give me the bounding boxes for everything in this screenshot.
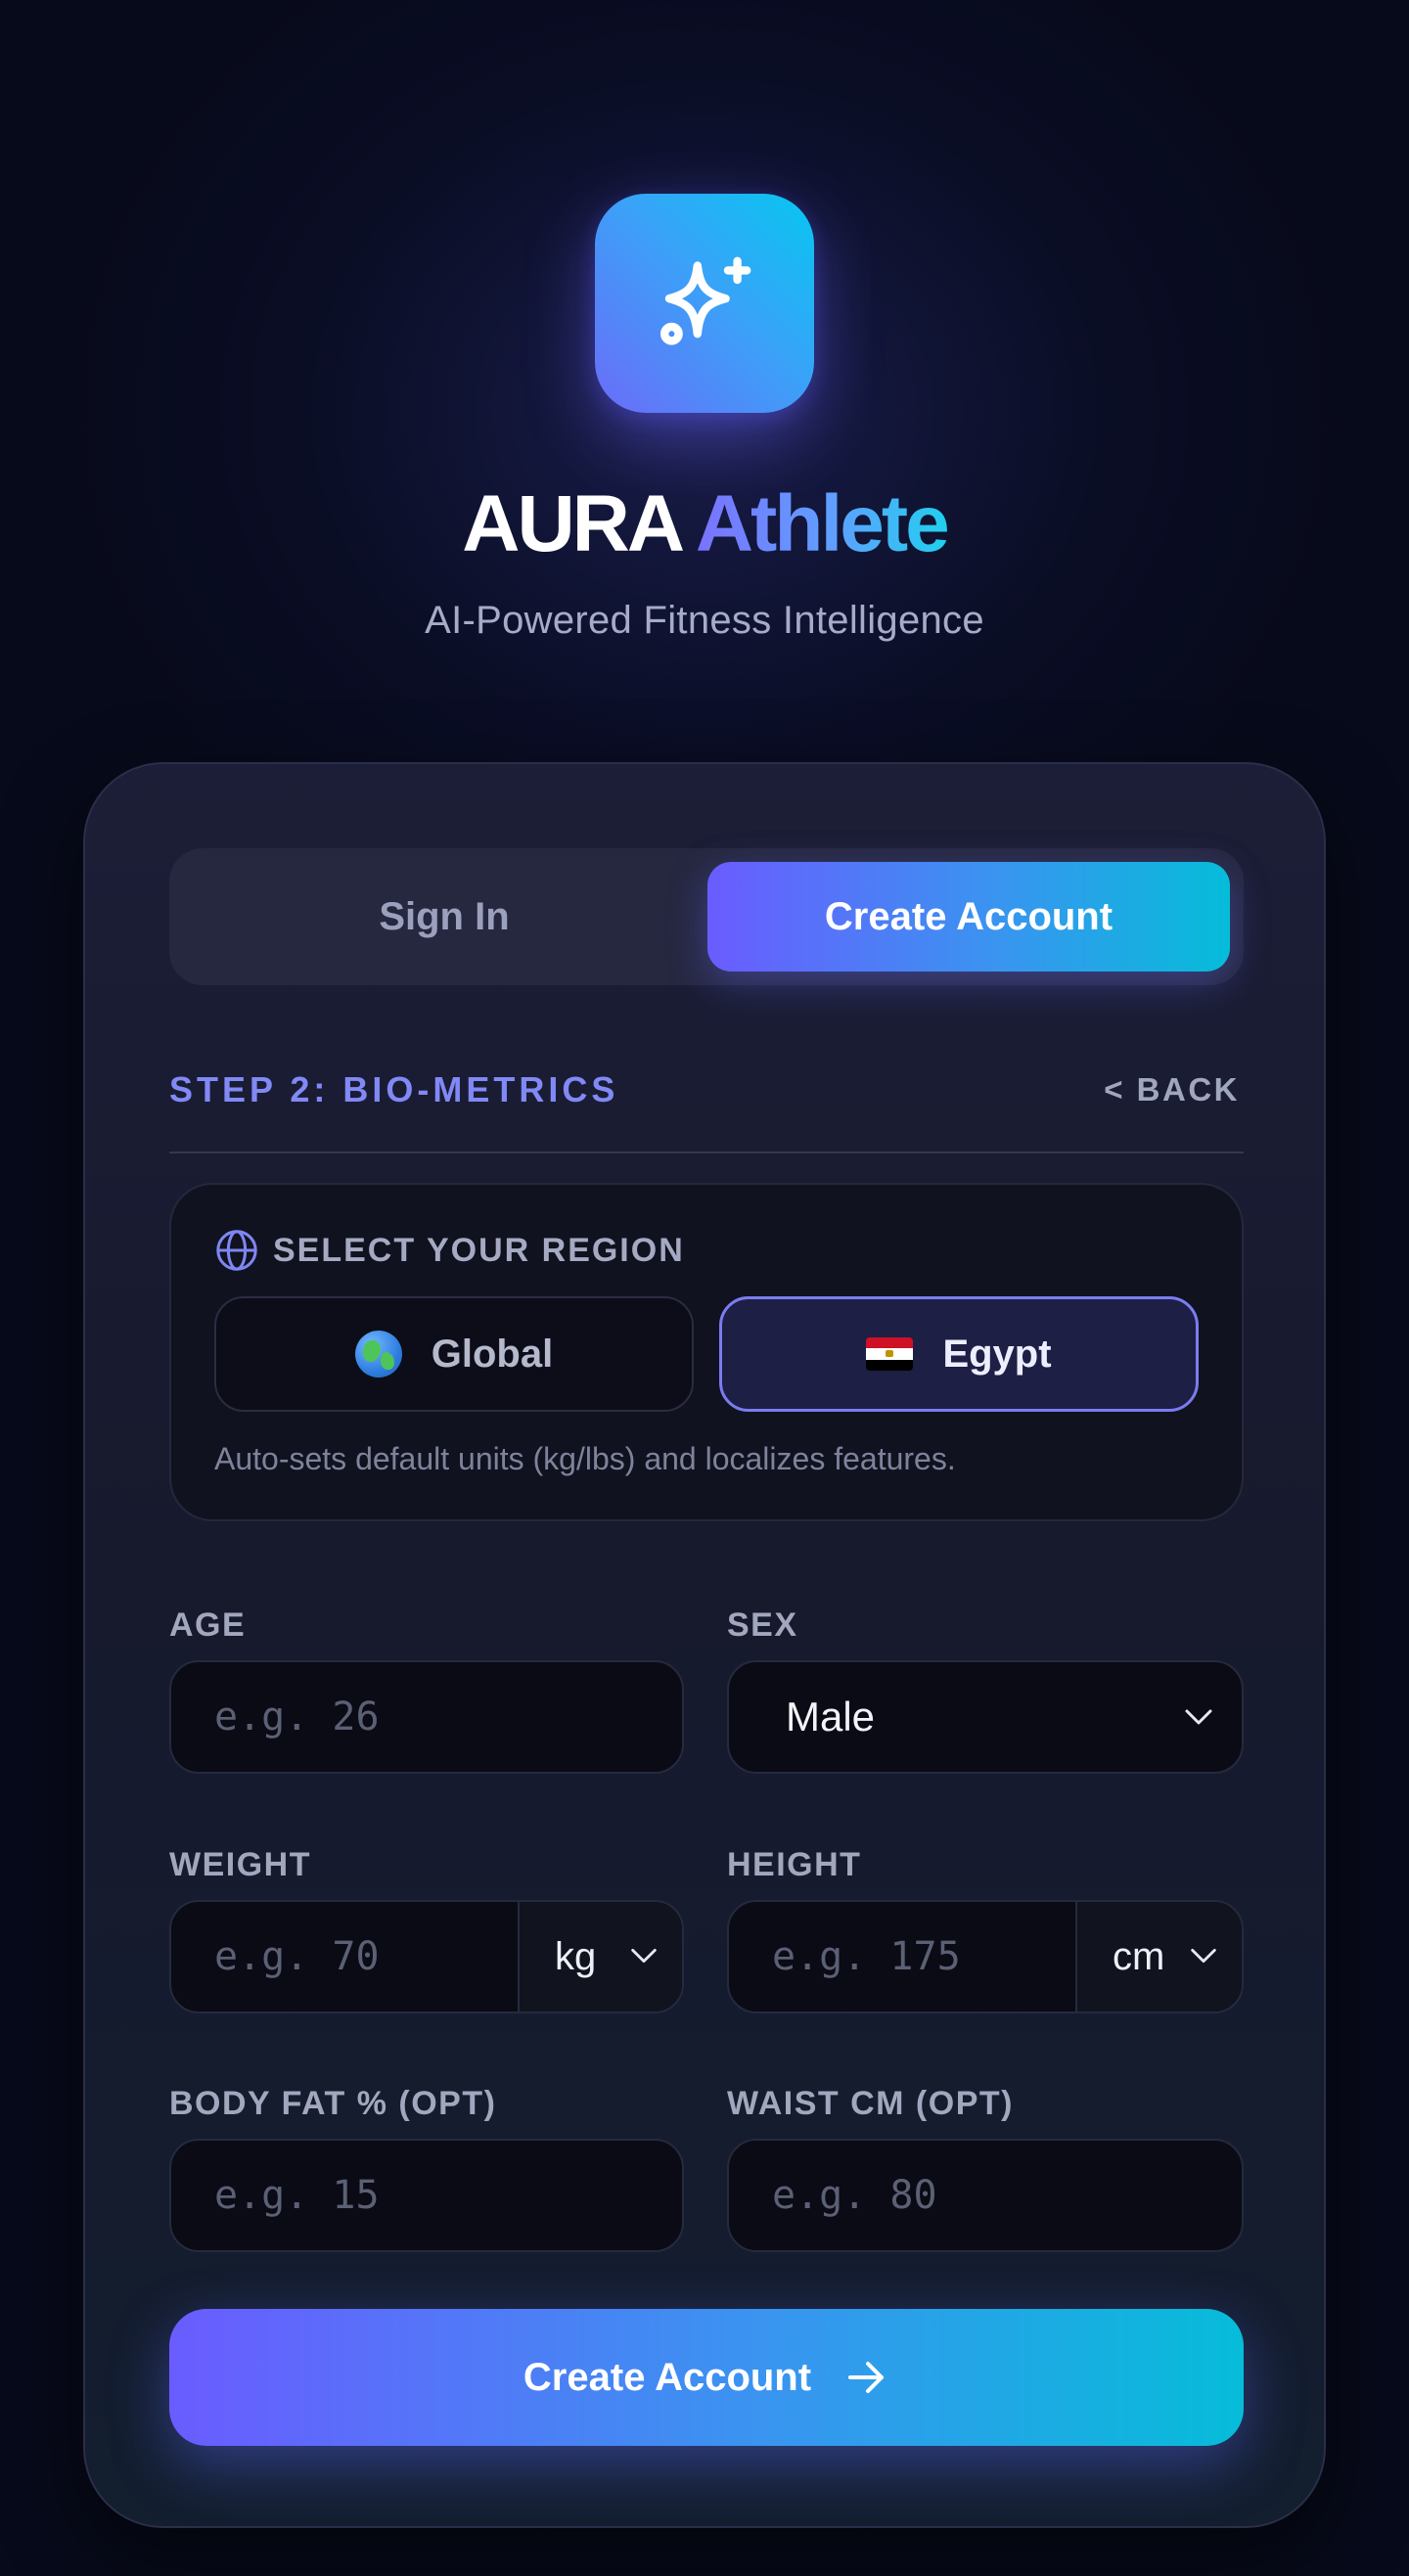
weight-placeholder: e.g. 70 [214,1934,380,1979]
weight-unit-value: kg [555,1934,597,1978]
height-input[interactable]: e.g. 175 cm [727,1900,1244,2013]
region-option-label: Global [431,1332,554,1376]
age-input[interactable]: e.g. 26 [169,1660,684,1774]
chevron-down-icon [631,1948,657,1964]
body-fat-placeholder: e.g. 15 [214,2173,380,2218]
step-title: STEP 2: BIO-METRICS [169,1069,619,1109]
tab-sign-in[interactable]: Sign In [183,862,705,972]
brand-primary: AURA [462,479,682,568]
auth-tabs: Sign In Create Account [169,848,1244,985]
app-logo [595,194,814,413]
region-option-global[interactable]: Global [214,1296,694,1412]
globe-icon [216,1230,257,1271]
age-placeholder: e.g. 26 [214,1695,380,1740]
age-label: AGE [169,1606,247,1644]
height-unit-select[interactable]: cm [1077,1902,1242,2011]
tagline: AI-Powered Fitness Intelligence [425,599,984,642]
arrow-right-icon [848,2362,885,2393]
region-header: SELECT YOUR REGION [214,1228,685,1273]
egypt-flag-icon [866,1337,914,1371]
brand-title: AURA Athlete [0,477,1409,571]
divider [169,1152,1244,1153]
height-placeholder: e.g. 175 [772,1934,961,1979]
sparkles-icon [660,256,751,345]
waist-label: WAIST CM (OPT) [727,2085,1014,2122]
brand-secondary: Athlete [695,479,950,568]
body-fat-label: BODY FAT % (OPT) [169,2085,497,2122]
waist-input[interactable]: e.g. 80 [727,2139,1244,2252]
auth-card: Sign In Create Account STEP 2: BIO-METRI… [83,762,1326,2528]
tab-create-account[interactable]: Create Account [707,862,1230,972]
create-account-button[interactable]: Create Account [169,2309,1244,2446]
create-account-label: Create Account [523,2355,812,2399]
sex-select[interactable]: Male [727,1660,1244,1774]
region-title: SELECT YOUR REGION [273,1231,685,1269]
region-option-egypt[interactable]: Egypt [719,1296,1199,1412]
app-screen: AURA Athlete AI-Powered Fitness Intellig… [0,0,1409,2576]
weight-unit-select[interactable]: kg [520,1902,682,2011]
weight-input[interactable]: e.g. 70 kg [169,1900,684,2013]
height-unit-value: cm [1113,1934,1165,1978]
height-label: HEIGHT [727,1846,862,1883]
chevron-down-icon [1191,1948,1216,1964]
sex-label: SEX [727,1606,798,1644]
body-fat-input[interactable]: e.g. 15 [169,2139,684,2252]
sex-value: Male [786,1694,876,1740]
chevron-down-icon [1185,1709,1212,1725]
region-note: Auto-sets default units (kg/lbs) and loc… [214,1441,956,1476]
region-selector: SELECT YOUR REGION Global Egypt Auto-set… [169,1183,1244,1521]
globe-emoji-icon [354,1331,402,1378]
back-button[interactable]: < BACK [1104,1071,1240,1108]
region-option-label: Egypt [942,1332,1052,1376]
waist-placeholder: e.g. 80 [772,2173,937,2218]
weight-label: WEIGHT [169,1846,311,1883]
